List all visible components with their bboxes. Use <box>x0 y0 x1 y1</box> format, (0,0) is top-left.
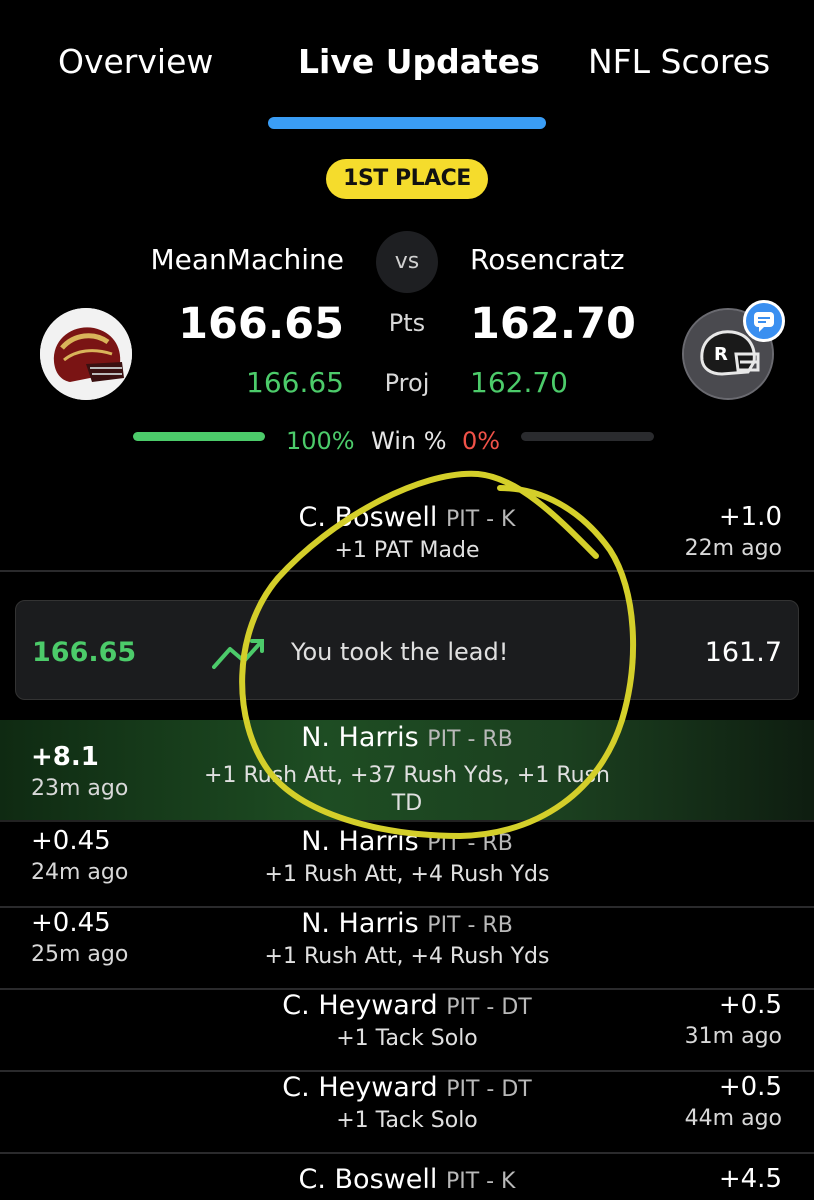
player-name[interactable]: C. Boswell <box>299 502 438 533</box>
trend-up-icon <box>212 639 264 669</box>
player-team-position: PIT - RB <box>427 727 513 752</box>
player-team-position: PIT - K <box>445 507 516 532</box>
left-team-points: 166.65 <box>178 299 344 349</box>
projected-label: Proj <box>384 369 430 397</box>
place-badge: 1ST PLACE <box>326 159 488 199</box>
update-points: +0.45 <box>31 826 111 856</box>
team-helmet-avatar[interactable] <box>40 308 132 400</box>
update-row-highlighted[interactable]: N. Harris PIT - RB +1 Rush Att, +37 Rush… <box>0 720 814 822</box>
player-team-position: PIT - DT <box>446 1077 532 1102</box>
active-tab-indicator <box>268 117 546 129</box>
update-row[interactable]: C. Boswell PIT - K +1 PAT Made +1.0 22m … <box>0 500 814 572</box>
player-name[interactable]: C. Heyward <box>282 1072 437 1103</box>
player-team-position: PIT - RB <box>427 831 513 856</box>
update-time: 22m ago <box>684 536 782 561</box>
chat-bubble-icon[interactable] <box>743 300 785 342</box>
update-points: +1.0 <box>718 502 782 532</box>
update-points: +0.5 <box>718 990 782 1020</box>
update-row[interactable]: N. Harris PIT - RB +1 Rush Att, +4 Rush … <box>0 906 814 990</box>
tab-bar: Overview Live Updates NFL Scores <box>0 0 814 140</box>
tab-nfl-scores[interactable]: NFL Scores <box>588 42 770 81</box>
tab-overview[interactable]: Overview <box>58 42 213 81</box>
player-team-position: PIT - K <box>445 1169 516 1194</box>
update-time: 24m ago <box>31 860 129 885</box>
player-name[interactable]: N. Harris <box>301 908 419 939</box>
update-time: 31m ago <box>684 1024 782 1049</box>
update-row[interactable]: C. Heyward PIT - DT +1 Tack Solo +0.5 44… <box>0 1070 814 1154</box>
right-win-probability-bar <box>521 432 654 441</box>
update-time: 25m ago <box>31 942 129 967</box>
svg-text:R: R <box>714 344 728 365</box>
update-points: +8.1 <box>31 742 99 772</box>
update-points: +4.5 <box>718 1164 782 1194</box>
player-team-position: PIT - DT <box>446 995 532 1020</box>
right-win-percentage: 0% <box>462 427 501 455</box>
vs-indicator: vs <box>376 231 438 293</box>
update-row[interactable]: C. Heyward PIT - DT +1 Tack Solo +0.5 31… <box>0 988 814 1072</box>
right-team-points: 162.70 <box>470 299 636 349</box>
right-team-projected: 162.70 <box>470 366 568 399</box>
update-row[interactable]: N. Harris PIT - RB +1 Rush Att, +4 Rush … <box>0 824 814 908</box>
left-team-name[interactable]: MeanMachine <box>151 243 345 276</box>
update-points: +0.5 <box>718 1072 782 1102</box>
lead-left-score: 166.65 <box>32 637 137 668</box>
player-stats: +1 Rush Att, +37 Rush Yds, +1 Rush TD <box>204 763 610 816</box>
player-name[interactable]: N. Harris <box>301 826 419 857</box>
player-name[interactable]: C. Heyward <box>282 990 437 1021</box>
left-win-probability-bar <box>133 432 265 441</box>
update-time: 44m ago <box>684 1106 782 1131</box>
player-name[interactable]: N. Harris <box>301 722 419 753</box>
right-team-name[interactable]: Rosencratz <box>470 243 625 276</box>
tab-live-updates[interactable]: Live Updates <box>298 42 540 81</box>
update-points: +0.45 <box>31 908 111 938</box>
lead-change-card: 166.65 You took the lead! 161.7 <box>15 600 799 700</box>
lead-right-score: 161.7 <box>704 637 782 668</box>
player-name[interactable]: C. Boswell <box>299 1164 438 1195</box>
points-label: Pts <box>388 309 426 337</box>
player-team-position: PIT - RB <box>427 913 513 938</box>
left-win-percentage: 100% <box>286 427 355 455</box>
win-percentage-label: Win % <box>371 427 447 455</box>
lead-message: You took the lead! <box>291 638 509 666</box>
update-time: 23m ago <box>31 776 129 801</box>
update-row[interactable]: C. Boswell PIT - K +4.5 <box>0 1152 814 1200</box>
left-team-projected: 166.65 <box>246 366 344 399</box>
